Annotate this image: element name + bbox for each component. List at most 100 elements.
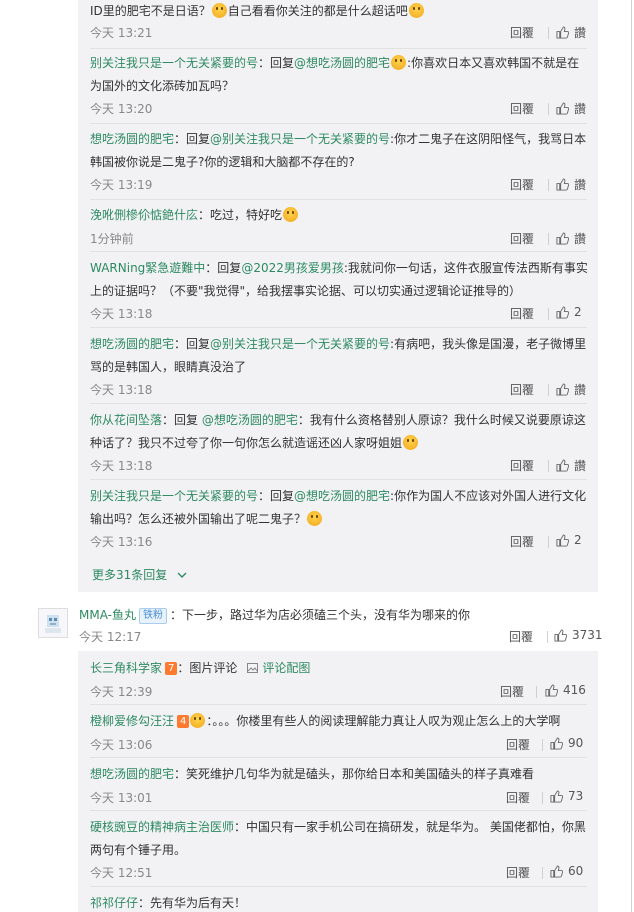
timestamp: 今天 13:18 bbox=[90, 307, 153, 321]
like-button[interactable]: 416 bbox=[545, 683, 586, 697]
reply-item: 橙柳爱修勾汪汪 4 ：。。。你楼里有些人的阅读理解能力真让人叹为观止怎么上的大学啊 … bbox=[90, 710, 590, 752]
top-comment: MMA-鱼丸 铁粉 ：下一步，路过华为店必须磕三个头，没有华为哪来的你 今天 12:… bbox=[79, 604, 619, 644]
reply-meta: 今天 13:20 回覆 讚 bbox=[90, 100, 590, 118]
username-link[interactable]: 想吃汤圆的肥宅 bbox=[90, 132, 174, 146]
reply-text: 想吃汤圆的肥宅：回复@别关注我只是一个无关紧要的号:你才二鬼子在这阴阳怪气，我骂… bbox=[90, 128, 590, 174]
like-count: 3731 bbox=[572, 628, 603, 642]
mention-link[interactable]: @想吃汤圆的肥宅 bbox=[202, 413, 298, 427]
reply-button[interactable]: 回覆 bbox=[506, 736, 530, 753]
thumbs-up-icon bbox=[556, 305, 569, 319]
separator bbox=[548, 27, 549, 39]
reply-meta: 今天 13:21 回覆 讚 bbox=[90, 24, 590, 42]
like-button[interactable]: 73 bbox=[550, 789, 583, 803]
timestamp: 今天 12:51 bbox=[90, 866, 153, 880]
like-button[interactable]: 讚 bbox=[556, 457, 586, 474]
emoji-icon bbox=[408, 3, 424, 18]
reply-item: 你从花间坠落：回复 @想吃汤圆的肥宅：我有什么资格替别人原谅？我什么时候又说要原… bbox=[90, 409, 590, 473]
username-link[interactable]: MMA-鱼丸 bbox=[79, 608, 136, 622]
mention-link[interactable]: @想吃汤圆的肥宅 bbox=[294, 56, 390, 70]
like-button[interactable]: 3731 bbox=[554, 628, 603, 642]
reply-button[interactable]: 回覆 bbox=[509, 628, 533, 645]
like-button[interactable]: 60 bbox=[550, 864, 583, 878]
username-link[interactable]: 浼吪侀槮伱惦銫什庅 bbox=[90, 208, 198, 222]
emoji-icon bbox=[211, 3, 227, 18]
username-link[interactable]: 橙柳爱修勾汪汪 bbox=[90, 714, 174, 728]
reply-button[interactable]: 回覆 bbox=[510, 533, 534, 550]
like-button[interactable]: 2 bbox=[556, 305, 582, 319]
timestamp: 今天 13:20 bbox=[90, 102, 153, 116]
like-count: 讚 bbox=[574, 459, 587, 473]
reply-button[interactable]: 回覆 bbox=[510, 176, 534, 193]
like-count: 讚 bbox=[574, 102, 587, 116]
thumbs-up-icon bbox=[550, 736, 563, 750]
username-link[interactable]: 你从花间坠落 bbox=[90, 413, 162, 427]
like-count: 60 bbox=[568, 864, 584, 878]
comment-image-link[interactable]: 评论配图 bbox=[247, 661, 310, 675]
emoji-icon bbox=[283, 207, 299, 222]
reply-body: ：吃过，特好吃 bbox=[198, 208, 283, 222]
like-button[interactable]: 讚 bbox=[556, 24, 586, 41]
reply-button[interactable]: 回覆 bbox=[506, 864, 530, 881]
reply-prefix: ：回复 bbox=[162, 413, 202, 427]
reply-item: 硬核豌豆的精神病主治医师：中国只有一家手机公司在搞研发，就是华为。 美国佬都怕，… bbox=[90, 816, 590, 880]
fan-badge[interactable]: 铁粉 bbox=[138, 608, 167, 624]
reply-text: 别关注我只是一个无关紧要的号：回复@想吃汤圆的肥宅:你喜欢日本又喜欢韩国不就是在… bbox=[90, 52, 590, 98]
mention-link[interactable]: @2022男孩爱男孩 bbox=[241, 261, 344, 275]
fan-level-badge: 7 bbox=[165, 662, 178, 675]
mention-link[interactable]: @想吃汤圆的肥宅 bbox=[294, 489, 390, 503]
username-link[interactable]: 长三角科学家 bbox=[90, 661, 162, 675]
like-button[interactable]: 讚 bbox=[556, 230, 586, 247]
separator bbox=[548, 179, 549, 191]
username-link[interactable]: 别关注我只是一个无关紧要的号 bbox=[90, 56, 258, 70]
reply-item: 别关注我只是一个无关紧要的号：回复@想吃汤圆的肥宅:你作为国人不应该对外国人进行… bbox=[90, 485, 590, 549]
thumbs-up-icon bbox=[556, 102, 569, 115]
separator bbox=[548, 103, 549, 115]
reply-meta: 今天 13:06 回覆 90 bbox=[90, 736, 590, 754]
reply-prefix: ：回复 bbox=[174, 337, 211, 351]
more-replies-label: 更多31条回复 bbox=[92, 568, 168, 582]
username-link[interactable]: 硬核豌豆的精神病主治医师 bbox=[90, 820, 234, 834]
username-link[interactable]: 想吃汤圆的肥宅 bbox=[90, 337, 174, 351]
separator bbox=[542, 867, 543, 879]
reply-button[interactable]: 回覆 bbox=[510, 230, 534, 247]
divider bbox=[90, 886, 587, 887]
reply-button[interactable]: 回覆 bbox=[510, 24, 534, 41]
thumbs-up-icon bbox=[556, 178, 569, 191]
thumbs-up-icon bbox=[556, 383, 569, 396]
timestamp: 今天 13:18 bbox=[90, 383, 153, 397]
reply-item: 长三角科学家 7 ：图片评论 评论配图 今天 12:39 回覆 416 bbox=[90, 657, 590, 699]
username-link[interactable]: WARNing緊急遊難中 bbox=[90, 261, 205, 275]
reply-text: ID里的肥宅不是日语？ 自己看看你关注的都是什么超话吧 bbox=[90, 0, 425, 23]
reply-button[interactable]: 回覆 bbox=[500, 683, 524, 700]
reply-text: 想吃汤圆的肥宅：笑死维护几句华为就是磕头，那你给日本和美国磕头的样子真难看 bbox=[90, 763, 590, 786]
like-button[interactable]: 2 bbox=[556, 533, 582, 547]
like-button[interactable]: 讚 bbox=[556, 381, 586, 398]
username-link[interactable]: 祁祁仔仔 bbox=[90, 896, 138, 910]
like-count: 2 bbox=[574, 533, 582, 547]
mention-link[interactable]: @别关注我只是一个无关紧要的号 bbox=[210, 337, 390, 351]
reply-button[interactable]: 回覆 bbox=[510, 305, 534, 322]
like-button[interactable]: 讚 bbox=[556, 176, 586, 193]
more-replies-link[interactable]: 更多31条回复 bbox=[92, 566, 187, 583]
mention-link[interactable]: @别关注我只是一个无关紧要的号 bbox=[210, 132, 390, 146]
like-count: 416 bbox=[563, 683, 586, 697]
timestamp: 今天 13:19 bbox=[90, 178, 153, 192]
reply-button[interactable]: 回覆 bbox=[510, 100, 534, 117]
timestamp: 今天 12:17 bbox=[79, 630, 142, 644]
avatar[interactable] bbox=[38, 608, 68, 638]
reply-meta: 今天 13:19 回覆 讚 bbox=[90, 176, 590, 194]
timestamp: 今天 13:01 bbox=[90, 791, 153, 805]
reply-button[interactable]: 回覆 bbox=[510, 457, 534, 474]
thumbs-up-icon bbox=[556, 232, 569, 245]
like-button[interactable]: 90 bbox=[550, 736, 583, 750]
reply-button[interactable]: 回覆 bbox=[506, 789, 530, 806]
comment-meta: 今天 12:17 回覆 3731 bbox=[79, 628, 603, 646]
reply-meta: 今天 13:16 回覆 2 bbox=[90, 533, 590, 551]
like-count: 讚 bbox=[574, 178, 587, 192]
username-link[interactable]: 想吃汤圆的肥宅 bbox=[90, 767, 174, 781]
divider bbox=[90, 251, 587, 252]
username-link[interactable]: 别关注我只是一个无关紧要的号 bbox=[90, 489, 258, 503]
reply-button[interactable]: 回覆 bbox=[510, 381, 534, 398]
timestamp: 今天 13:18 bbox=[90, 459, 153, 473]
like-button[interactable]: 讚 bbox=[556, 100, 586, 117]
